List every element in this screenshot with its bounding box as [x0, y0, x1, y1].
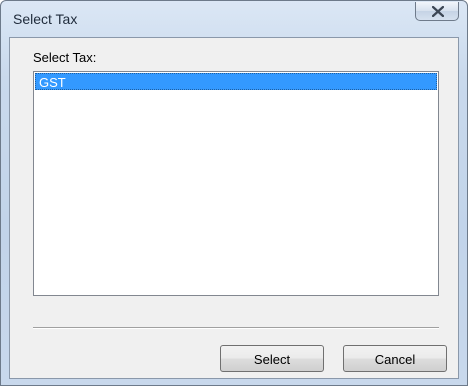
separator: [33, 327, 439, 329]
list-item-gst[interactable]: GST: [35, 73, 437, 90]
dialog-window: Select Tax Select Tax: GST Select Cancel: [0, 0, 468, 386]
cancel-button[interactable]: Cancel: [343, 345, 447, 372]
dialog-body: Select Tax: GST Select Cancel: [9, 37, 459, 379]
window-title: Select Tax: [13, 11, 78, 27]
close-button[interactable]: [415, 2, 459, 21]
tax-listbox[interactable]: GST: [33, 71, 439, 296]
title-bar[interactable]: Select Tax: [1, 1, 467, 37]
select-tax-label: Select Tax:: [33, 50, 97, 65]
close-icon: [432, 6, 444, 17]
select-button[interactable]: Select: [220, 345, 324, 372]
